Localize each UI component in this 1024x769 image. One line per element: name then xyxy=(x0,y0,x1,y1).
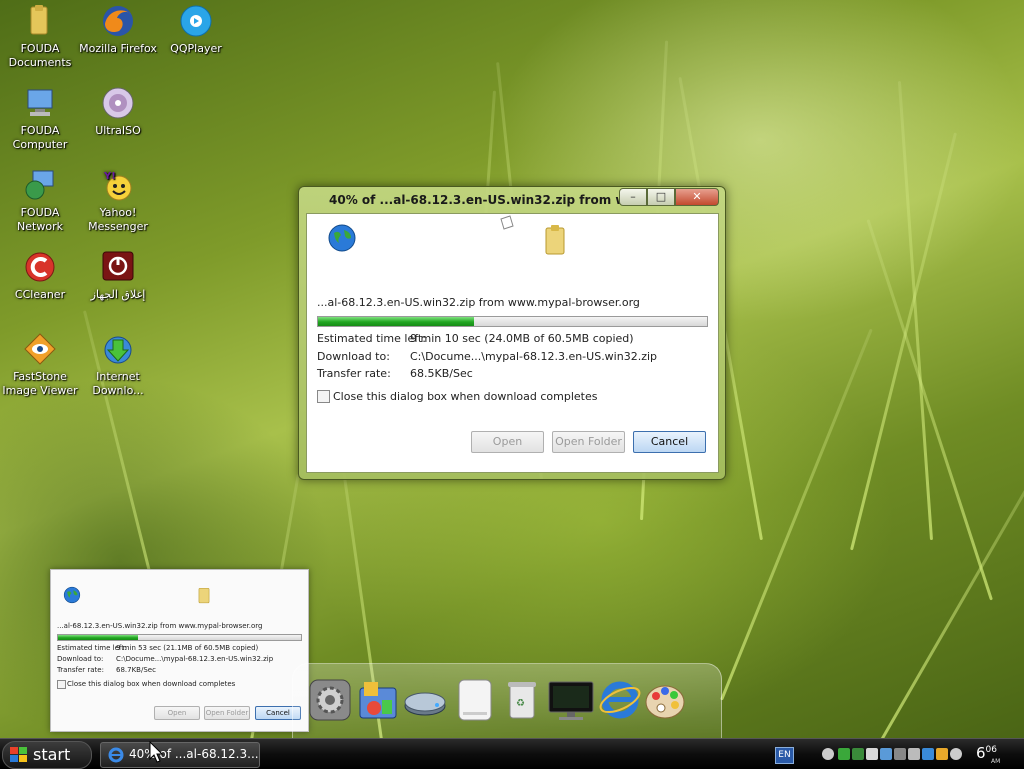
tray-wand-icon[interactable] xyxy=(936,748,948,760)
estimated-time-value: 9 min 10 sec (24.0MB of 60.5MB copied) xyxy=(410,332,634,345)
open-button: Open xyxy=(154,706,200,720)
dock-paint-palette-icon[interactable] xyxy=(643,678,687,722)
globe-icon xyxy=(327,223,357,257)
download-dialog: 40% of ...al-68.12.3.en-US.win32.zip fro… xyxy=(298,186,726,480)
clock-hour: 6 xyxy=(976,744,986,762)
dock-internet-explorer-icon[interactable] xyxy=(598,678,642,722)
taskbar: start 40% of ...al-68.12.3... EN 606 AM xyxy=(0,738,1024,769)
download-progress-fill xyxy=(318,317,474,326)
tray-minus-icon[interactable] xyxy=(822,748,834,760)
tray-display-icon[interactable] xyxy=(894,748,906,760)
dialog-title: 40% of ...al-68.12.3.en-US.win32.zip fro… xyxy=(329,193,640,207)
desktop-icon-ultraiso[interactable]: UltraISO xyxy=(78,86,158,138)
desktop-icon-internet-download-manager[interactable]: Internet Downlo... xyxy=(78,332,158,398)
folder-icon xyxy=(543,224,567,260)
tray-check-icon[interactable] xyxy=(838,748,850,760)
transfer-rate-label: Transfer rate: xyxy=(317,367,391,380)
open-button[interactable]: Open xyxy=(471,431,544,453)
close-when-done-checkbox xyxy=(57,680,66,689)
close-when-done-checkbox[interactable] xyxy=(317,390,330,403)
language-indicator[interactable]: EN xyxy=(775,747,794,764)
dock-hard-drive-icon[interactable] xyxy=(403,678,447,722)
folder-icon xyxy=(197,586,211,608)
power-icon xyxy=(101,250,135,284)
taskbar-thumbnail-preview[interactable]: ...al-68.12.3.en-US.win32.zip from www.m… xyxy=(50,569,309,732)
disc-icon xyxy=(101,86,135,120)
cancel-button[interactable]: Cancel xyxy=(633,431,706,453)
grass-blade xyxy=(720,328,873,701)
mouse-cursor-icon xyxy=(149,740,164,767)
open-folder-button[interactable]: Open Folder xyxy=(552,431,625,453)
download-progress-bar xyxy=(317,316,708,327)
dock-dashboard-icon[interactable] xyxy=(356,678,400,722)
desktop-icon-shutdown[interactable]: إغلاق الجهاز xyxy=(78,250,158,302)
close-when-done-label: Close this dialog box when download comp… xyxy=(67,680,236,688)
download-manager-icon xyxy=(101,332,135,366)
clock-ampm: AM xyxy=(991,758,1001,765)
firefox-icon xyxy=(101,4,135,38)
desktop-icon-faststone[interactable]: FastStone Image Viewer xyxy=(0,332,80,398)
grass-blade xyxy=(897,81,933,541)
tray-minus-icon[interactable] xyxy=(950,748,962,760)
minimize-button[interactable]: – xyxy=(619,188,647,206)
desktop-icon-yahoo-messenger[interactable]: Y! Yahoo! Messenger xyxy=(78,168,158,234)
window-controls: – □ ✕ xyxy=(619,188,719,206)
dock-monitor-icon[interactable] xyxy=(547,678,595,722)
tray-s-icon[interactable] xyxy=(866,748,878,760)
windows-logo-icon xyxy=(9,746,29,768)
dock-external-drive-icon[interactable] xyxy=(453,678,497,722)
tray-keyboard-icon[interactable] xyxy=(908,748,920,760)
ccleaner-icon xyxy=(23,250,57,284)
svg-text:♻: ♻ xyxy=(516,698,525,709)
dock-recycle-bin-icon[interactable]: ♻ xyxy=(500,678,544,722)
desktop-icon-qqplayer[interactable]: QQPlayer xyxy=(156,4,236,56)
transfer-rate-label: Transfer rate: xyxy=(57,666,104,674)
tray-text-icon[interactable] xyxy=(922,748,934,760)
desktop-icon-ccleaner[interactable]: CCleaner xyxy=(0,250,80,302)
svg-text:Y!: Y! xyxy=(103,171,116,182)
flying-document-icon xyxy=(498,214,516,236)
globe-icon xyxy=(63,586,81,608)
internet-explorer-icon xyxy=(107,746,125,767)
download-source: ...al-68.12.3.en-US.win32.zip from www.m… xyxy=(57,622,263,630)
taskbar-item-download[interactable]: 40% of ...al-68.12.3... xyxy=(100,742,260,768)
qqplayer-icon xyxy=(179,4,213,38)
download-to-value: C:\Docume...\mypal-68.12.3.en-US.win32.z… xyxy=(116,655,274,663)
close-button[interactable]: ✕ xyxy=(675,188,719,206)
clock-minutes: 06 xyxy=(985,745,997,755)
open-folder-button: Open Folder xyxy=(204,706,250,720)
dialog-content: ...al-68.12.3.en-US.win32.zip from www.m… xyxy=(306,213,719,473)
start-label: start xyxy=(33,745,71,764)
network-icon xyxy=(23,168,57,202)
desktop-icon-fouda-computer[interactable]: FOUDA Computer xyxy=(0,86,80,152)
transfer-rate-value: 68.5KB/Sec xyxy=(410,367,473,380)
computer-icon xyxy=(23,86,57,120)
tray-shield-icon[interactable] xyxy=(852,748,864,760)
tray-network-icon[interactable] xyxy=(880,748,892,760)
download-to-label: Download to: xyxy=(57,655,104,663)
desktop-icon-fouda-network[interactable]: FOUDA Network xyxy=(0,168,80,234)
download-progress-bar xyxy=(57,634,302,641)
maximize-button[interactable]: □ xyxy=(647,188,675,206)
download-source: ...al-68.12.3.en-US.win32.zip from www.m… xyxy=(317,296,640,309)
start-button[interactable]: start xyxy=(2,741,92,769)
dock-settings-gear-icon[interactable] xyxy=(308,678,352,722)
estimated-time-value: 9 min 53 sec (21.1MB of 60.5MB copied) xyxy=(116,644,259,652)
transfer-rate-value: 68.7KB/Sec xyxy=(116,666,156,674)
download-progress-fill xyxy=(58,635,139,640)
desktop-icon-mozilla-firefox[interactable]: Mozilla Firefox xyxy=(78,4,158,56)
faststone-icon xyxy=(23,332,57,366)
download-to-label: Download to: xyxy=(317,350,390,363)
folder-icon xyxy=(23,4,57,38)
close-when-done-label: Close this dialog box when download comp… xyxy=(333,390,598,403)
download-to-value: C:\Docume...\mypal-68.12.3.en-US.win32.z… xyxy=(410,350,658,363)
yahoo-messenger-icon: Y! xyxy=(101,168,135,202)
desktop-icon-fouda-documents[interactable]: FOUDA Documents xyxy=(0,4,80,70)
